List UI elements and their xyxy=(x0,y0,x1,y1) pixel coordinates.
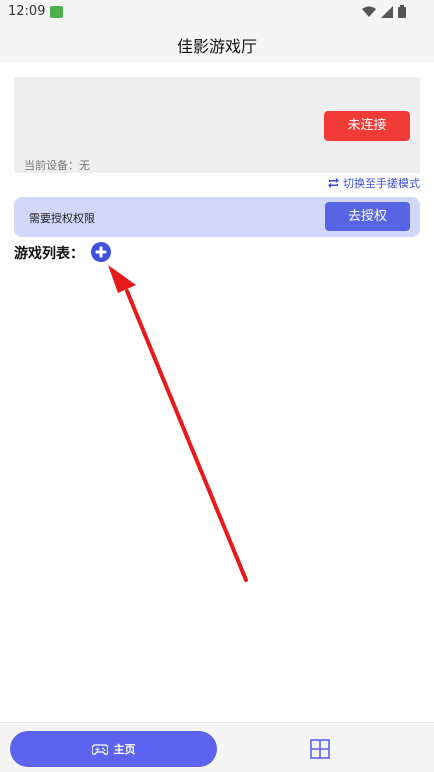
bottom-nav: 主页 xyxy=(0,722,434,772)
authorize-button[interactable]: 去授权 xyxy=(325,202,410,231)
current-device-label: 当前设备：无 xyxy=(24,159,90,172)
authorization-bar: 需要授权权限 去授权 xyxy=(14,197,420,237)
page-title: 佳影游戏厅 xyxy=(176,37,257,56)
authorization-message: 需要授权权限 xyxy=(29,212,95,225)
switch-mode-link[interactable]: 切换至手搓模式 xyxy=(327,175,420,191)
repeat-icon xyxy=(328,178,339,188)
wifi-icon xyxy=(362,6,376,17)
battery-icon xyxy=(398,5,406,18)
switch-mode-label: 切换至手搓模式 xyxy=(343,177,420,190)
status-time: 12:09 xyxy=(8,4,46,19)
plus-circle-icon[interactable] xyxy=(91,242,111,262)
status-bar: 12:09 xyxy=(0,0,434,26)
nav-home-label: 主页 xyxy=(113,743,136,756)
nav-home-button[interactable]: 主页 xyxy=(10,731,217,767)
game-list-label: 游戏列表： xyxy=(14,246,84,262)
status-icons xyxy=(362,5,406,18)
app-bar: 佳影游戏厅 xyxy=(0,26,434,62)
grid-icon[interactable] xyxy=(310,739,330,759)
connect-button[interactable]: 未连接 xyxy=(324,111,410,141)
signal-icon xyxy=(381,5,393,18)
app-notification-icon xyxy=(50,6,63,18)
gamepad-icon xyxy=(91,743,108,755)
device-card: 未连接 当前设备：无 xyxy=(14,77,420,173)
